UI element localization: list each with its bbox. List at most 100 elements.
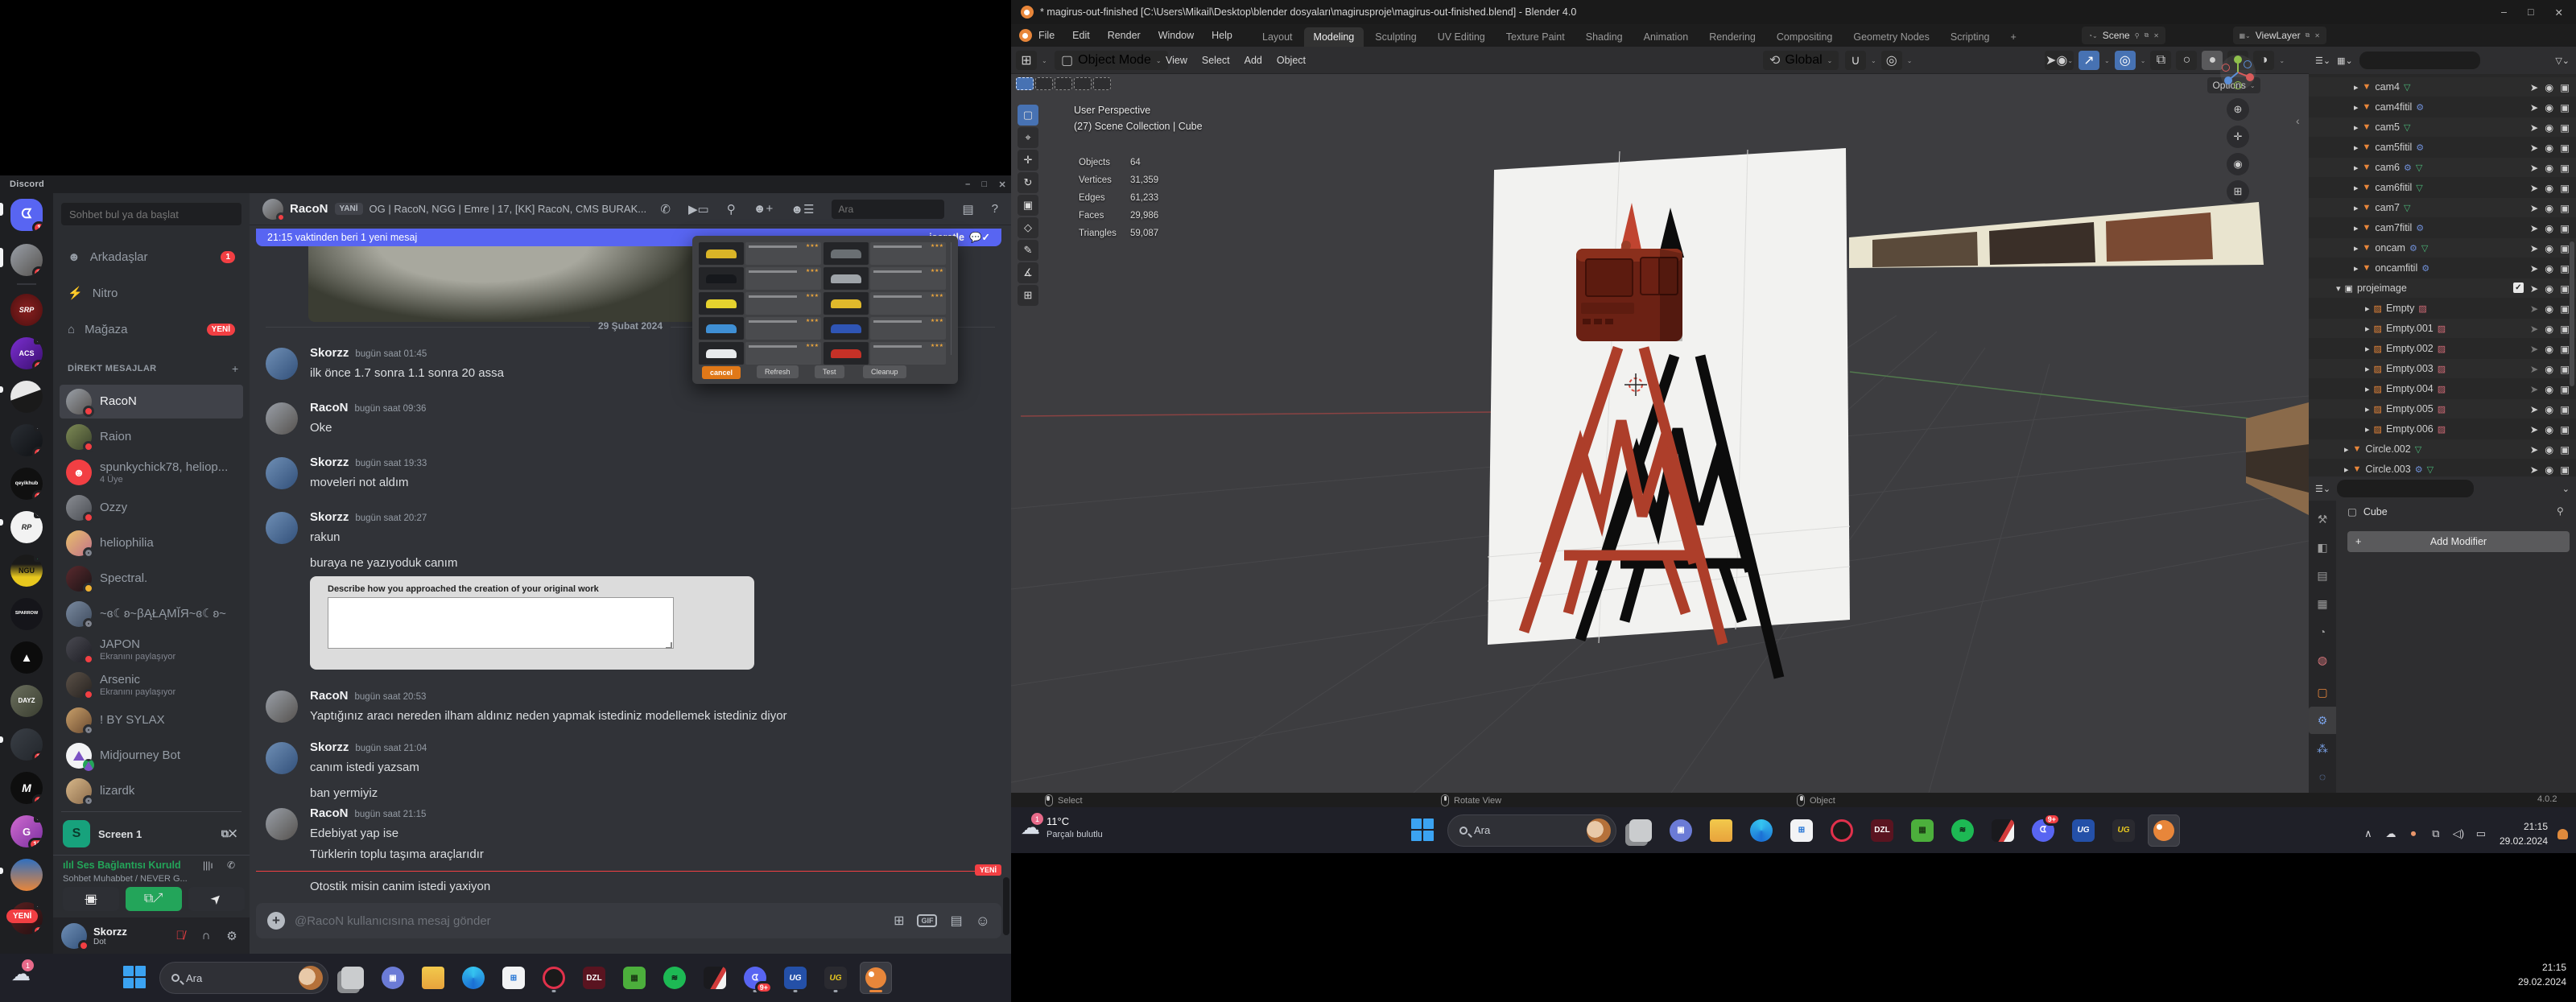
pointer-icon[interactable]: ➤: [2530, 383, 2538, 395]
voice-activity-icon[interactable]: |||ı: [203, 860, 213, 871]
clock-right[interactable]: 21:1529.02.2024: [2500, 819, 2548, 848]
pointer-icon[interactable]: ➤: [2530, 242, 2538, 254]
workspace-shading[interactable]: Shading: [1576, 27, 1633, 47]
pin-icon[interactable]: ⚲: [727, 202, 736, 216]
outliner-row[interactable]: ▸▨Empty.003▨➤◉▣: [2309, 359, 2576, 378]
dm-item-group[interactable]: ☻spunkychick78, heliop...4 Üye: [60, 456, 243, 489]
workspace-modeling[interactable]: Modeling: [1304, 27, 1364, 47]
workspace-texture-paint[interactable]: Texture Paint: [1496, 27, 1575, 47]
dm-item[interactable]: heliophilia: [60, 526, 243, 560]
select-mode-strip[interactable]: [1016, 77, 1111, 90]
camera-icon[interactable]: ▣: [2560, 363, 2570, 375]
menu-add[interactable]: Add: [1245, 55, 1262, 66]
avatar[interactable]: [266, 691, 298, 723]
workspace-add-button[interactable]: +: [2001, 27, 2026, 47]
dm-item[interactable]: ArsenicEkranını paylaşıyor: [60, 668, 243, 702]
task-view-button[interactable]: [336, 962, 369, 994]
avatar[interactable]: [266, 457, 298, 489]
file-explorer-button[interactable]: [417, 962, 449, 994]
tab-render[interactable]: ◧: [2309, 534, 2336, 561]
cancel-button[interactable]: cancel: [702, 366, 741, 379]
nav-shop[interactable]: ⌂ Mağaza YENİ: [60, 313, 243, 345]
viewlayer-selector[interactable]: ▦⌄ViewLayer⧉✕: [2233, 27, 2327, 44]
expand-icon[interactable]: ▸: [2365, 303, 2370, 314]
expand-icon[interactable]: ▸: [2365, 384, 2370, 394]
server-wolf[interactable]: [10, 381, 43, 413]
start-button[interactable]: [1407, 814, 1439, 847]
dm-item[interactable]: Spectral.: [60, 562, 243, 596]
camera-icon[interactable]: ▣: [2560, 162, 2570, 174]
eye-icon[interactable]: ◉: [2545, 343, 2553, 355]
select-intersect-icon[interactable]: [1093, 77, 1111, 90]
outliner-scrollbar[interactable]: [2570, 241, 2574, 386]
pointer-icon[interactable]: ➤: [2530, 262, 2538, 274]
weather-widget-left[interactable]: ☁1: [11, 963, 31, 986]
outliner-row[interactable]: ▸▼Circle.003⚙▽➤◉▣: [2309, 460, 2576, 476]
annotate-tool[interactable]: ✎: [1018, 240, 1038, 261]
message-input[interactable]: + @RacoN kullanıcısına mesaj gönder ⊞ GI…: [256, 903, 1001, 938]
proportional-edit-icon[interactable]: ◎: [1881, 51, 1902, 70]
tab-modifiers[interactable]: ⚙: [2309, 707, 2336, 734]
workspace-layout[interactable]: Layout: [1253, 27, 1302, 47]
tab-output[interactable]: ▤: [2309, 562, 2336, 589]
minecraft-button[interactable]: ▦: [1906, 814, 1938, 847]
dzl-button[interactable]: DZL: [578, 962, 610, 994]
camera-icon[interactable]: ▣: [2560, 142, 2570, 154]
chat-search-input[interactable]: [832, 200, 944, 219]
disconnect-icon[interactable]: ✆: [227, 860, 235, 871]
notification-bell-icon[interactable]: [2557, 829, 2568, 839]
blender-menu-logo[interactable]: [1019, 29, 1032, 42]
weather-widget[interactable]: ☁1 11°CParçalı bulutlu: [1021, 814, 1103, 842]
outliner-row[interactable]: ▸▨Empty▨➤◉▣: [2309, 299, 2576, 318]
menu-render[interactable]: Render: [1108, 30, 1141, 41]
menu-help[interactable]: Help: [1212, 30, 1232, 41]
shading-wireframe[interactable]: ○: [2176, 51, 2197, 70]
menu-view[interactable]: View: [1166, 55, 1187, 66]
gizmos-toggle[interactable]: ↗: [2079, 51, 2099, 70]
dm-item[interactable]: JAPONEkranını paylaşıyor: [60, 633, 243, 666]
camera-icon[interactable]: ▣: [2560, 323, 2570, 335]
outliner-row[interactable]: ▸▼Circle.002▽➤◉▣: [2309, 439, 2576, 459]
dm-item-racon[interactable]: RacoN: [60, 385, 243, 419]
pin-icon[interactable]: ⚲: [2135, 32, 2140, 39]
expand-icon[interactable]: ▸: [2354, 263, 2359, 274]
image-attachment[interactable]: [308, 233, 696, 322]
file-explorer-button[interactable]: [1705, 814, 1737, 847]
pointer-icon[interactable]: ➤: [2530, 443, 2538, 456]
expand-icon[interactable]: ▾: [2336, 283, 2341, 294]
expand-icon[interactable]: ▸: [2354, 183, 2359, 193]
transform-tool[interactable]: ◇: [1018, 217, 1038, 238]
pan-view-icon[interactable]: ✛: [2227, 126, 2249, 148]
camera-icon[interactable]: ▣: [2560, 423, 2570, 435]
add-cube-tool[interactable]: ⊞: [1018, 285, 1038, 306]
close-icon[interactable]: ✕: [2153, 32, 2159, 39]
eye-icon[interactable]: ◉: [2545, 182, 2553, 194]
avatar[interactable]: [266, 402, 298, 435]
emoji-icon[interactable]: ☺: [976, 913, 990, 930]
select-subtract-icon[interactable]: [1055, 77, 1072, 90]
outliner-row[interactable]: ▸▨Empty.005▨➤◉▣: [2309, 399, 2576, 419]
spotify-button[interactable]: ≋: [1946, 814, 1979, 847]
expand-icon[interactable]: ▸: [2365, 404, 2370, 414]
expand-icon[interactable]: ▸: [2365, 424, 2370, 435]
eye-icon[interactable]: ◉: [2545, 262, 2553, 274]
ug-dark-button[interactable]: UG: [819, 962, 852, 994]
pointer-icon[interactable]: ➤: [2530, 323, 2538, 335]
pointer-icon[interactable]: ➤: [2530, 222, 2538, 234]
eye-icon[interactable]: ◉: [2545, 423, 2553, 435]
nav-friends[interactable]: ☻ Arkadaşlar 1: [60, 241, 243, 273]
server-srp[interactable]: SRP: [10, 294, 43, 326]
store-button[interactable]: ⊞: [1785, 814, 1818, 847]
cast-icon[interactable]: ⧉: [2427, 827, 2445, 840]
server-dayz[interactable]: DAYZ: [10, 685, 43, 717]
eye-icon[interactable]: ◉: [2545, 303, 2553, 315]
camera-icon[interactable]: ▣: [2560, 202, 2570, 214]
pointer-icon[interactable]: ➤: [2530, 423, 2538, 435]
outliner-row[interactable]: ▸▨Empty.001▨➤◉▣: [2309, 319, 2576, 338]
eye-icon[interactable]: ◉: [2545, 282, 2553, 295]
screenshare-button[interactable]: ⧉↗: [126, 887, 182, 911]
chat-button[interactable]: ▣: [1665, 814, 1697, 847]
camera-icon[interactable]: ▣: [2560, 403, 2570, 415]
move-tool[interactable]: ✛: [1018, 150, 1038, 171]
start-button[interactable]: [119, 962, 151, 994]
